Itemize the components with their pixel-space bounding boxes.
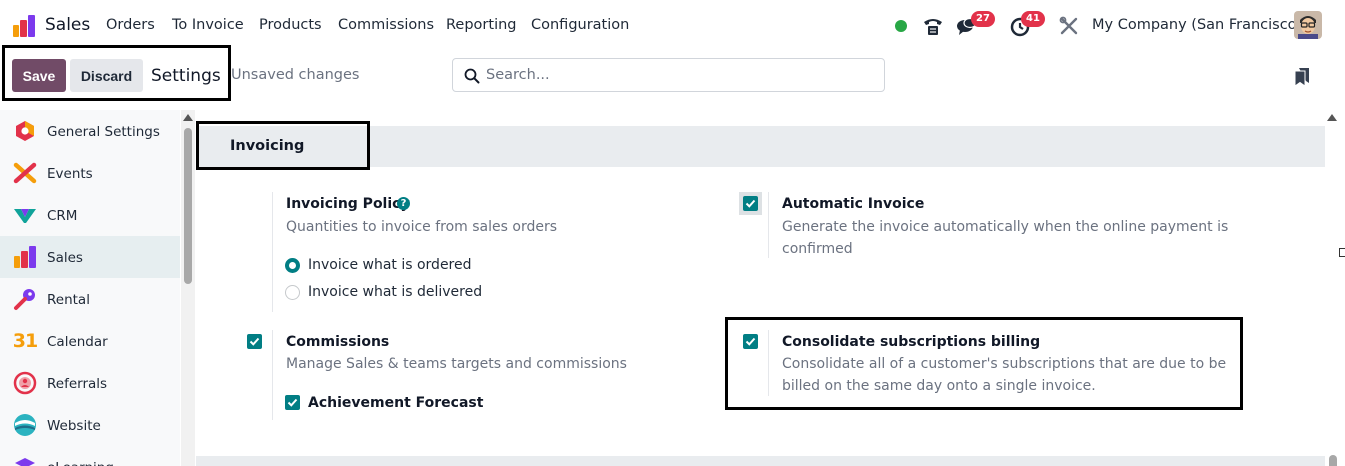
radio-label[interactable]: Invoice what is ordered (308, 257, 472, 273)
app-name[interactable]: Sales (45, 15, 90, 35)
automatic-invoice-description: confirmed (782, 241, 853, 257)
content-scrollbar-thumb[interactable] (1329, 455, 1337, 466)
automatic-invoice-title: Automatic Invoice (782, 196, 925, 212)
company-switcher[interactable]: My Company (San Francisco) (1092, 17, 1302, 33)
sidebar-label: CRM (47, 208, 78, 224)
radio-label[interactable]: Invoice what is delivered (308, 284, 482, 300)
sidebar-item-calendar[interactable]: 31 Calendar (0, 320, 180, 362)
radio-invoice-ordered[interactable] (285, 258, 300, 273)
commissions-checkbox[interactable] (247, 334, 262, 349)
sidebar-item-sales[interactable]: Sales (0, 236, 180, 278)
discard-button[interactable]: Discard (70, 59, 143, 92)
commissions-title: Commissions (286, 334, 390, 350)
unsaved-changes-label: Unsaved changes (231, 67, 360, 83)
sales-icon (14, 246, 36, 268)
search-icon (464, 68, 480, 84)
commissions-description: Manage Sales & teams targets and commiss… (286, 356, 627, 372)
activities-badge: 41 (1021, 11, 1045, 27)
scroll-up-arrow-icon[interactable] (1327, 114, 1337, 121)
general-settings-icon (16, 121, 34, 141)
achievement-forecast-label[interactable]: Achievement Forecast (308, 395, 483, 411)
sidebar-item-general-settings[interactable]: General Settings (0, 110, 180, 152)
menu-orders[interactable]: Orders (106, 17, 155, 33)
sidebar-label: Sales (47, 250, 83, 266)
help-icon[interactable]: ? (397, 197, 410, 210)
highlight-frame-consolidate (725, 317, 1243, 410)
referrals-icon (13, 371, 37, 395)
messages-badge: 27 (971, 11, 995, 27)
sales-app-icon[interactable] (12, 14, 36, 38)
achievement-forecast-checkbox[interactable] (285, 395, 300, 410)
sidebar-item-crm[interactable]: CRM (0, 194, 180, 236)
highlight-frame-section (196, 121, 370, 170)
menu-reporting[interactable]: Reporting (446, 17, 517, 33)
menu-to-invoice[interactable]: To Invoice (172, 17, 244, 33)
presence-status-icon (895, 20, 907, 32)
setting-divider (272, 330, 273, 420)
settings-sidebar: General Settings Events CRM Sales Rental (0, 110, 180, 466)
resize-handle-icon (1339, 248, 1345, 257)
user-avatar[interactable] (1294, 11, 1322, 39)
elearning-icon (15, 458, 35, 466)
scroll-up-arrow-icon[interactable] (183, 114, 193, 121)
check-icon (745, 199, 756, 208)
search-input[interactable] (486, 59, 876, 91)
sidebar-label: Referrals (47, 376, 108, 392)
sidebar-item-referrals[interactable]: Referrals (0, 362, 180, 404)
check-icon (287, 398, 298, 407)
invoicing-policy-description: Quantities to invoice from sales orders (286, 219, 558, 235)
sidebar-item-rental[interactable]: Rental (0, 278, 180, 320)
save-button[interactable]: Save (12, 59, 66, 92)
sidebar-item-events[interactable]: Events (0, 152, 180, 194)
sidebar-item-elearning[interactable]: eLearning (0, 446, 180, 466)
rental-icon (14, 289, 35, 310)
radio-invoice-delivered[interactable] (285, 285, 300, 300)
website-icon (14, 414, 36, 436)
bookmark-icon[interactable] (1294, 67, 1310, 87)
phone-icon[interactable] (921, 14, 945, 38)
sidebar-label: Calendar (47, 334, 108, 350)
next-section-header (196, 456, 1325, 466)
setting-divider (768, 192, 769, 258)
calendar-icon: 31 (12, 330, 38, 352)
sidebar-scrollbar-thumb[interactable] (184, 128, 192, 284)
sidebar-label: eLearning (47, 460, 114, 466)
menu-products[interactable]: Products (259, 17, 322, 33)
sidebar-label: Website (47, 418, 101, 434)
setting-divider (272, 192, 273, 312)
automatic-invoice-checkbox[interactable] (743, 196, 758, 211)
menu-configuration[interactable]: Configuration (531, 17, 629, 33)
sidebar-label: General Settings (47, 124, 160, 140)
check-icon (249, 337, 260, 346)
crm-icon (14, 209, 36, 223)
tools-icon[interactable] (1057, 14, 1081, 38)
automatic-invoice-description: Generate the invoice automatically when … (782, 219, 1229, 235)
page-title: Settings (151, 66, 221, 86)
sidebar-item-website[interactable]: Website (0, 404, 180, 446)
search-bar[interactable] (452, 58, 885, 92)
menu-commissions[interactable]: Commissions (338, 17, 434, 33)
sidebar-label: Rental (47, 292, 90, 308)
invoicing-policy-title: Invoicing Policy (286, 196, 410, 212)
events-icon (13, 162, 37, 184)
sidebar-label: Events (47, 166, 93, 182)
